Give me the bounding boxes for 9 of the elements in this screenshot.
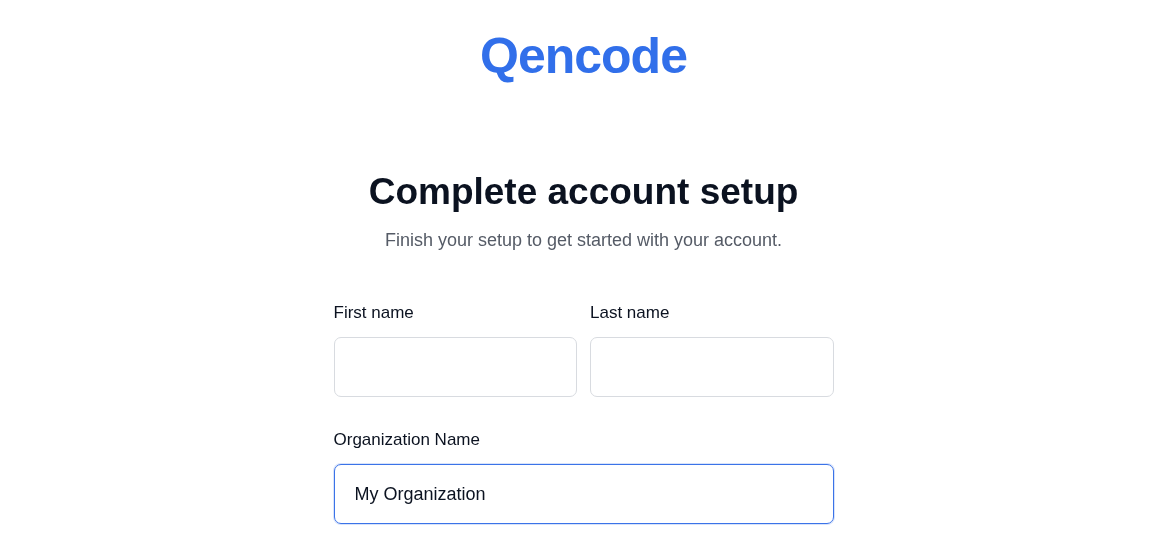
logo: Qencode xyxy=(480,27,687,86)
text-field[interactable]: My Organization xyxy=(333,464,834,524)
subtitle: Finish your setup to get started with your account. xyxy=(384,229,783,252)
field-label: First name xyxy=(333,302,415,324)
page-heading: Complete account setup xyxy=(368,170,799,214)
field-label: Organization Name xyxy=(333,429,481,451)
text-field[interactable] xyxy=(333,337,577,397)
text-field[interactable] xyxy=(590,337,834,397)
field-label: Last name xyxy=(590,302,671,324)
